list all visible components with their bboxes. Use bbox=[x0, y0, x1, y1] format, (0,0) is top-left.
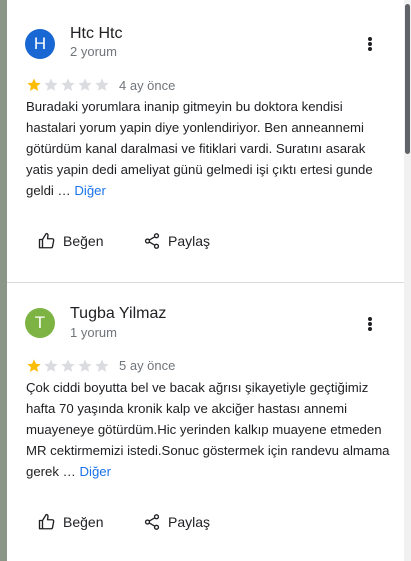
review-card: H Htc Htc 2 yorum 4 ay önce Buradaki yor… bbox=[7, 0, 404, 282]
more-vert-icon[interactable] bbox=[357, 31, 383, 57]
more-vert-icon[interactable] bbox=[357, 311, 383, 337]
review-date: 4 ay önce bbox=[119, 78, 176, 93]
star-empty-icon bbox=[44, 359, 58, 372]
star-empty-icon bbox=[61, 78, 75, 91]
star-empty-icon bbox=[44, 78, 58, 91]
reviewer-name[interactable]: Htc Htc bbox=[70, 25, 122, 43]
review-text: Çok ciddi boyutta bel ve bacak ağrısı şi… bbox=[26, 377, 396, 482]
share-label: Paylaş bbox=[168, 233, 211, 249]
star-empty-icon bbox=[95, 78, 109, 91]
share-icon bbox=[144, 514, 160, 530]
reviewer-review-count: 1 yorum bbox=[70, 325, 117, 340]
thumb-up-icon bbox=[38, 513, 55, 530]
more-link[interactable]: Diğer bbox=[74, 183, 106, 198]
share-button[interactable]: Paylaş bbox=[143, 510, 210, 534]
like-label: Beğen bbox=[63, 233, 104, 249]
star-filled-icon bbox=[27, 359, 41, 372]
like-button[interactable]: Beğen bbox=[38, 510, 103, 534]
star-empty-icon bbox=[78, 78, 92, 91]
review-card: T Tugba Yilmaz 1 yorum 5 ay önce Çok cid… bbox=[7, 283, 404, 561]
review-date: 5 ay önce bbox=[119, 358, 176, 373]
share-label: Paylaş bbox=[168, 514, 211, 530]
star-empty-icon bbox=[61, 359, 75, 372]
avatar[interactable]: H bbox=[25, 29, 55, 59]
thumb-up-icon bbox=[38, 232, 55, 249]
like-button[interactable]: Beğen bbox=[38, 229, 103, 253]
reviewer-review-count: 2 yorum bbox=[70, 44, 117, 59]
star-empty-icon bbox=[95, 359, 109, 372]
star-rating bbox=[26, 358, 111, 374]
star-filled-icon bbox=[27, 78, 41, 91]
avatar[interactable]: T bbox=[25, 308, 55, 338]
scrollbar-thumb[interactable] bbox=[405, 4, 410, 154]
star-empty-icon bbox=[78, 359, 92, 372]
share-button[interactable]: Paylaş bbox=[143, 229, 210, 253]
like-label: Beğen bbox=[63, 514, 104, 530]
reviews-panel: H Htc Htc 2 yorum 4 ay önce Buradaki yor… bbox=[7, 0, 404, 561]
more-link[interactable]: Diğer bbox=[80, 464, 112, 479]
reviewer-name[interactable]: Tugba Yilmaz bbox=[70, 305, 166, 323]
share-icon bbox=[144, 233, 160, 249]
review-text: Buradaki yorumlara inanip gitmeyin bu do… bbox=[26, 96, 396, 201]
scrollbar[interactable] bbox=[404, 0, 411, 561]
star-rating bbox=[26, 77, 111, 93]
